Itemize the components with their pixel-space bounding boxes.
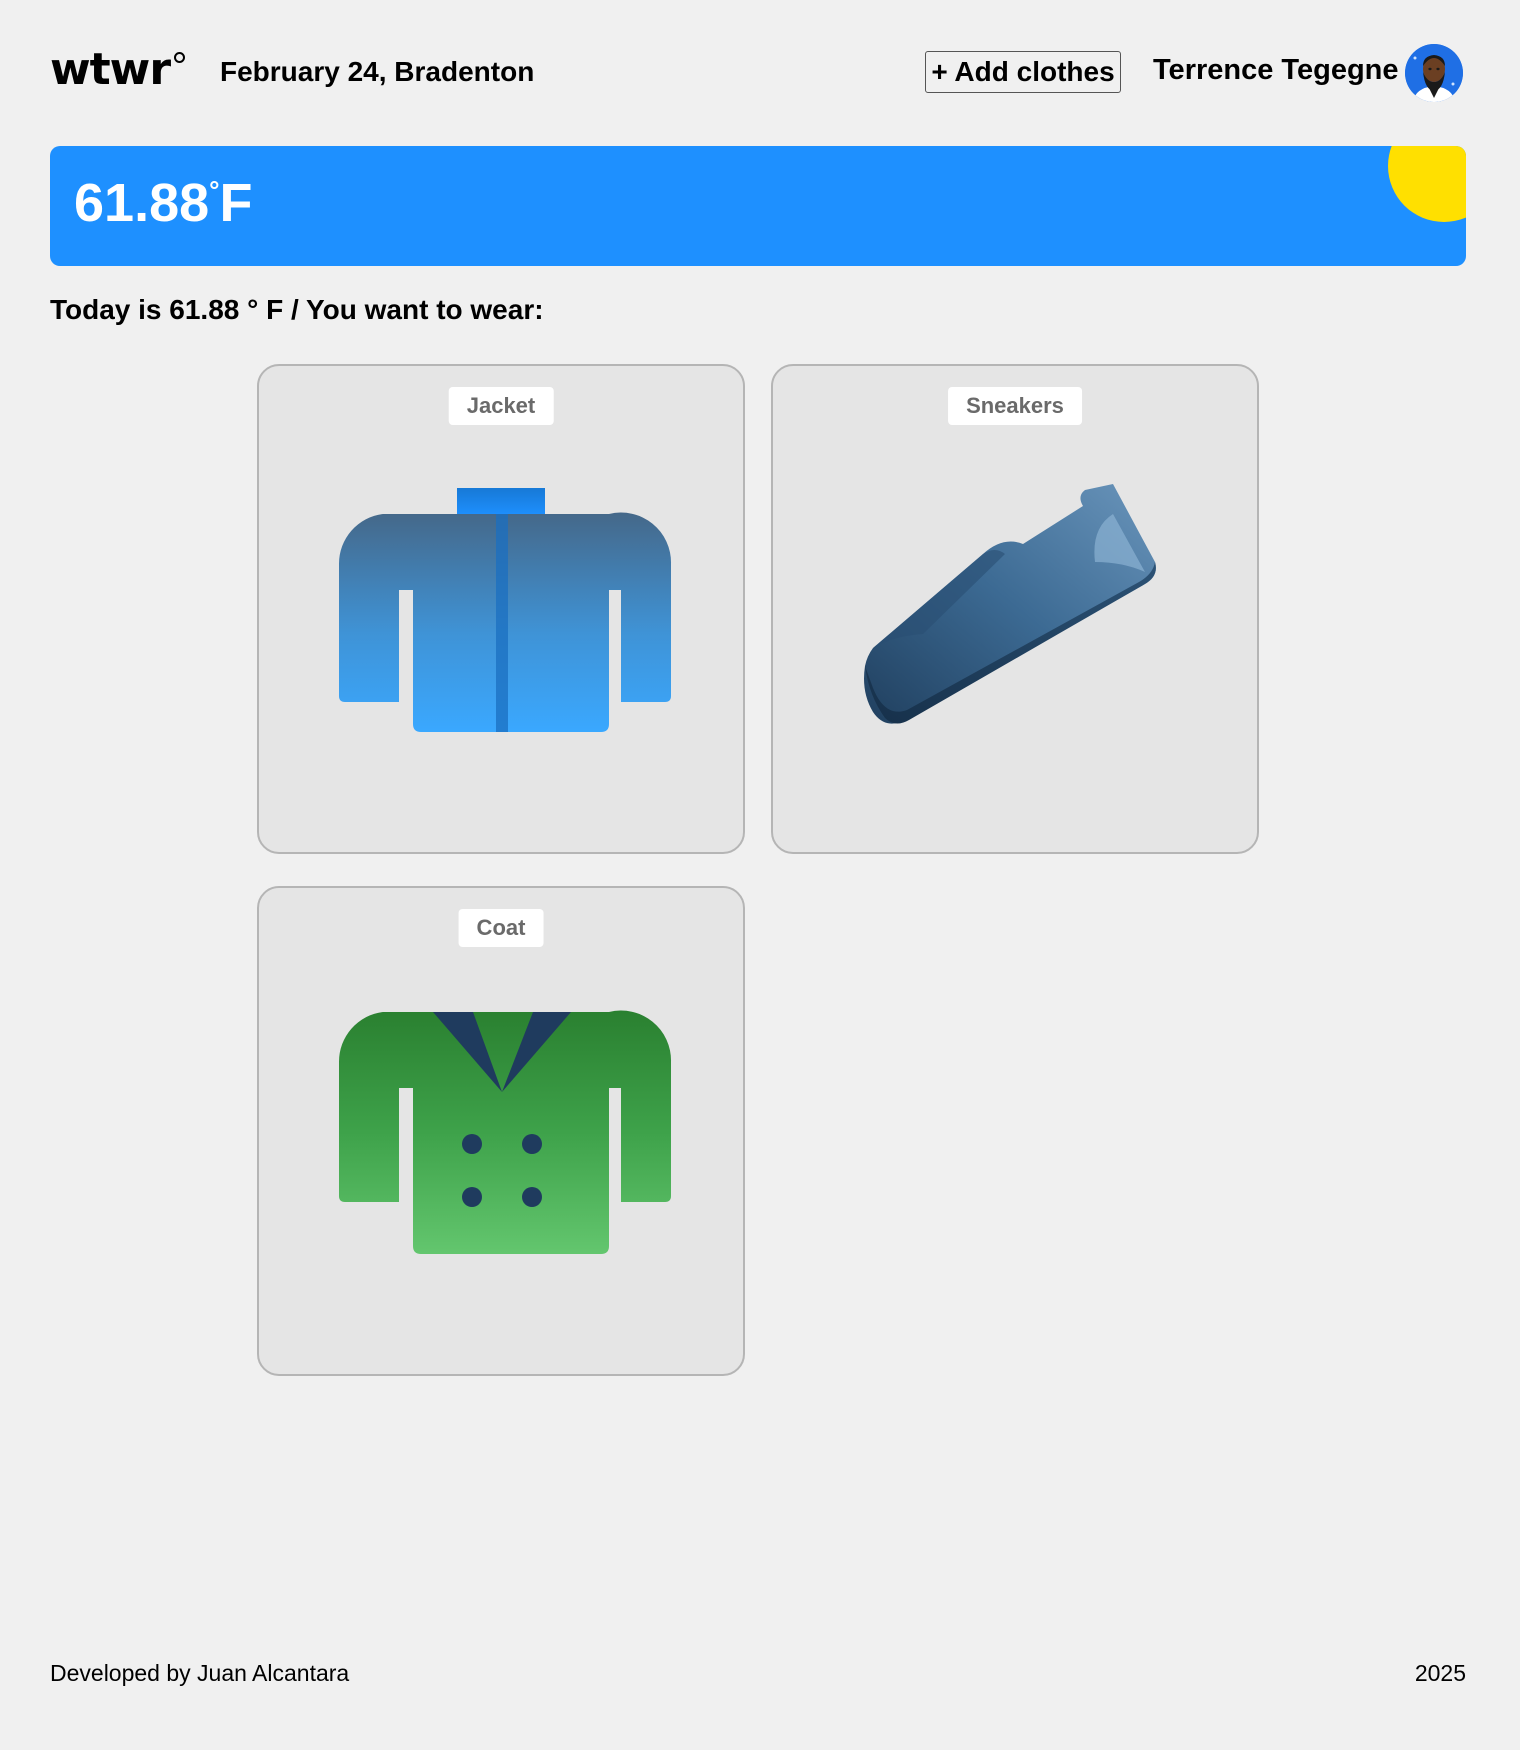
user-name[interactable]: Terrence Tegegne [1153, 54, 1399, 87]
jacket-icon [338, 488, 672, 732]
degree-symbol: ° [209, 175, 220, 205]
item-label: Coat [458, 909, 544, 947]
item-card-jacket[interactable]: Jacket [257, 364, 745, 854]
item-card-coat[interactable]: Coat [257, 886, 745, 1376]
item-label: Sneakers [948, 387, 1082, 425]
temperature-unit: F [219, 173, 253, 233]
weather-banner: 61.88°F [50, 146, 1466, 266]
banner-temperature: 61.88°F [74, 172, 253, 234]
logo[interactable]: wtwr [50, 48, 171, 92]
coat-icon [338, 1010, 672, 1254]
date-location: February 24, Bradenton [220, 56, 535, 87]
item-label: Jacket [448, 387, 554, 425]
avatar[interactable] [1405, 44, 1463, 102]
avatar-portrait-icon [1405, 44, 1463, 102]
sun-icon [1388, 146, 1466, 222]
add-clothes-button[interactable]: + Add clothes [925, 51, 1121, 93]
logo-degree-mark [174, 52, 185, 63]
item-card-sneakers[interactable]: Sneakers [771, 364, 1259, 854]
footer-credit: Developed by Juan Alcantara [50, 1660, 350, 1686]
recommendation-text: Today is 61.88 ° F / You want to wear: [50, 294, 544, 325]
app-header: wtwr February 24, Bradenton + Add clothe… [50, 40, 1466, 106]
footer-year: 2025 [1414, 1660, 1466, 1686]
sneaker-icon [864, 484, 1156, 724]
temperature-value: 61.88 [74, 173, 210, 233]
